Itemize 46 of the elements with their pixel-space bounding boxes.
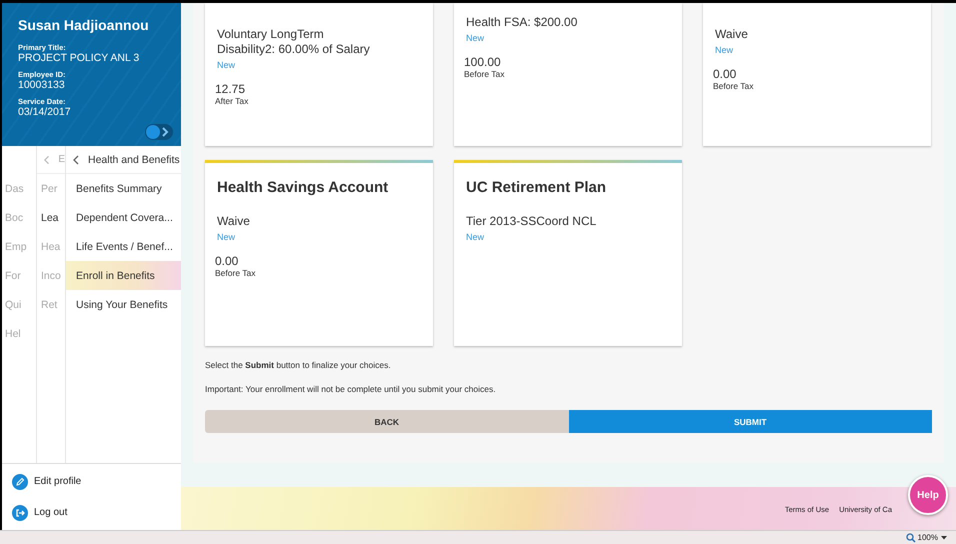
nav-item[interactable]: Life Events / Benef... (66, 232, 181, 261)
exit-icon[interactable] (12, 504, 28, 520)
tax-label: Before Tax (215, 268, 256, 278)
toggle-switch[interactable] (145, 124, 173, 140)
employee-name: Susan Hadjioannou (18, 17, 150, 33)
nav-item[interactable]: Enroll in Benefits (66, 261, 181, 290)
amount-value: 0.00 (215, 254, 240, 268)
field-value: 10003133 (18, 79, 66, 91)
status-label: New (466, 33, 486, 43)
status-label: New (466, 232, 486, 242)
caret-down-icon[interactable] (940, 534, 948, 540)
tax-label: After Tax (215, 96, 250, 106)
status-label: New (217, 60, 236, 70)
field-value: 03/14/2017 (18, 106, 72, 118)
pencil-icon[interactable] (12, 474, 28, 490)
nav-item[interactable]: Dependent Covera... (66, 203, 181, 232)
amount-value: 0.00 (713, 67, 738, 81)
amount-value: 100.00 (464, 55, 502, 69)
tax-label: Before Tax (713, 81, 754, 91)
instruction-text: Important: Your enrollment will not be complete until you submit your choices. (205, 384, 497, 394)
nav-item[interactable]: Benefits Summary (66, 174, 181, 203)
nav-header: Health and Benefits (88, 154, 180, 166)
amount-value: 12.75 (215, 82, 246, 96)
tax-label: Before Tax (464, 69, 506, 79)
chevron-left-icon[interactable] (72, 154, 80, 164)
zoom-icon[interactable] (906, 532, 916, 542)
nav-header: E (58, 154, 65, 165)
zoom-level[interactable]: 100% (918, 533, 938, 542)
field-value: PROJECT POLICY ANL 3 (18, 52, 140, 64)
instruction-text: Select the Submit button to finalize your choices. (205, 360, 392, 370)
plan-name: Voluntary LongTerm Disability2: 60.00% of Salary (216, 26, 371, 57)
status-label: New (217, 232, 236, 242)
account-link[interactable]: Log out (34, 507, 68, 518)
nav-item[interactable]: Lea (37, 203, 65, 232)
submit-button[interactable]: SUBMIT (568, 410, 932, 433)
plan-name: Waive (714, 26, 749, 42)
card-title: UC Retirement Plan (466, 179, 608, 196)
plan-name: Health FSA: $200.00 (465, 14, 578, 30)
card-title: Health Savings Account (217, 179, 390, 196)
help-button[interactable]: Help (908, 475, 948, 515)
plan-name: Tier 2013-SSCoord NCL (465, 214, 598, 229)
account-link[interactable]: Edit profile (34, 476, 82, 487)
status-label: New (715, 45, 734, 55)
plan-name: Waive (216, 214, 251, 229)
nav-item[interactable]: Using Your Benefits (66, 290, 181, 319)
back-button[interactable]: BACK (205, 410, 568, 433)
